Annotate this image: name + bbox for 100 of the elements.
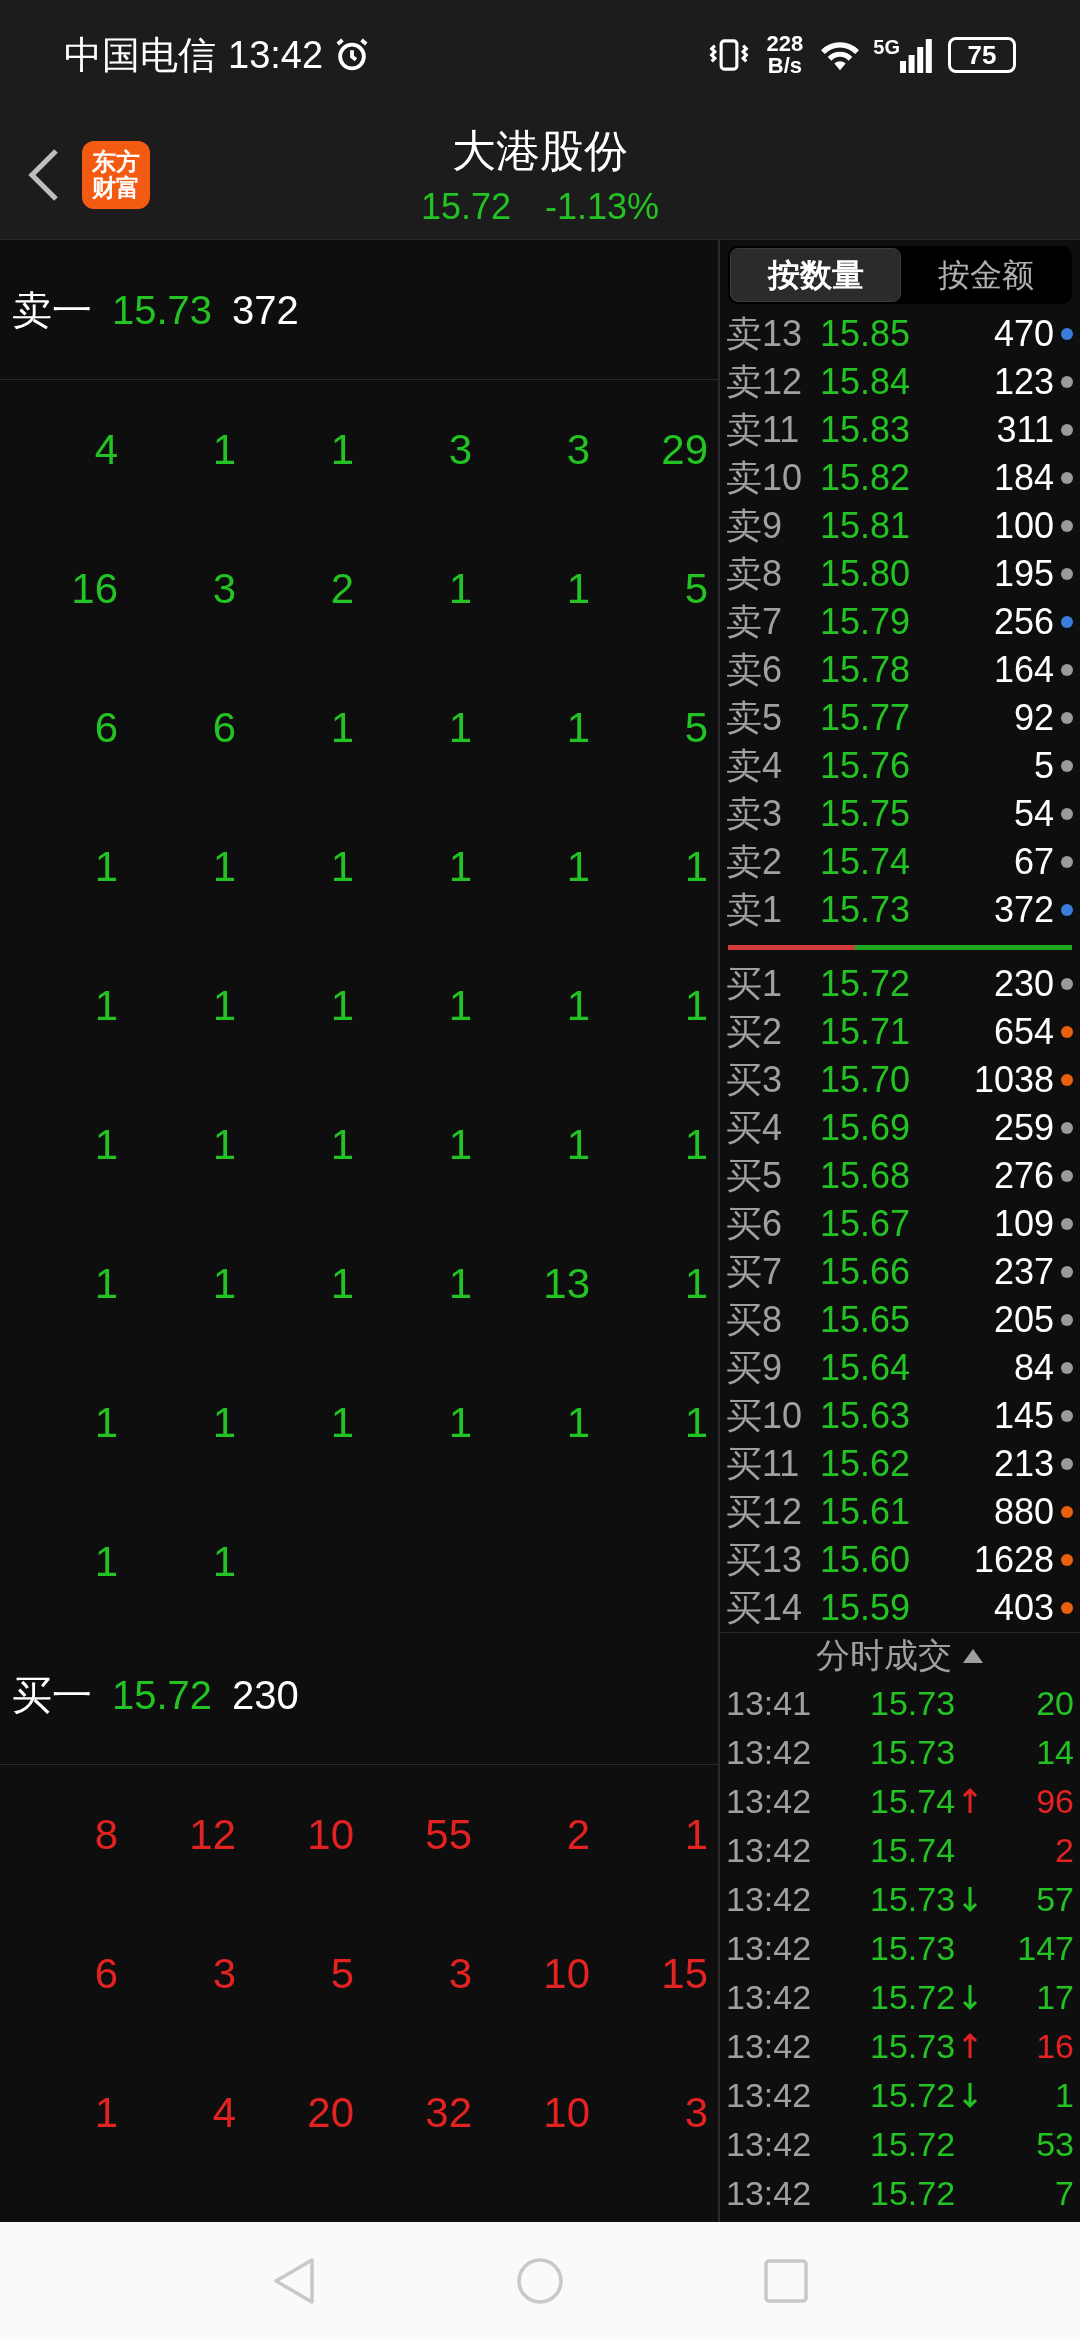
level-label: 卖7 (725, 604, 784, 640)
level-price: 15.72 (820, 966, 912, 1002)
queue-order-count: 1 (566, 845, 590, 888)
recent-apps-icon[interactable] (764, 2259, 808, 2303)
queue-order-count: 1 (94, 1123, 118, 1166)
level-label: 买3 (725, 1062, 784, 1098)
queue-order-count: 29 (661, 428, 708, 471)
arrow-down-icon (962, 2080, 979, 2109)
level-price: 15.80 (820, 556, 912, 592)
trade-volume: 147 (1017, 1930, 1074, 1965)
queue-order-count: 1 (212, 1262, 236, 1305)
level-price: 15.69 (820, 1110, 912, 1146)
queue-order-count: 32 (425, 2091, 472, 2134)
queue-order-count: 55 (425, 1813, 472, 1856)
level-label: 买14 (725, 1590, 804, 1626)
queue-order-count: 1 (566, 706, 590, 749)
trade-time: 13:42 (726, 1832, 813, 1867)
level-price: 15.71 (820, 1014, 912, 1050)
queue-order-count: 12 (189, 1813, 236, 1856)
tab[interactable]: 按数量 (730, 248, 901, 302)
trade-time: 13:42 (726, 2077, 813, 2112)
section-title[interactable]: 分时成交 (816, 1630, 952, 1681)
level-volume: 259 (992, 1110, 1054, 1146)
queue-order-count: 2 (566, 1813, 590, 1856)
trade-volume: 7 (1055, 2175, 1074, 2210)
level-price: 15.82 (820, 460, 912, 496)
home-icon[interactable] (516, 2257, 564, 2305)
trade-time: 13:42 (726, 1881, 813, 1916)
queue-order-count: 5 (330, 1952, 354, 1995)
level-label: 买13 (725, 1542, 804, 1578)
level-price: 15.79 (820, 604, 912, 640)
signal-icon (900, 37, 932, 73)
queue-order-count: 1 (684, 1401, 708, 1444)
queue-order-count: 6 (94, 1952, 118, 1995)
trade-volume: 96 (1036, 1783, 1074, 1818)
level-label: 卖9 (725, 508, 784, 544)
level-price: 15.67 (820, 1206, 912, 1242)
level-volume: 84 (1012, 1350, 1054, 1386)
level-label: 卖一 (12, 286, 92, 334)
queue-order-count: 3 (566, 428, 590, 471)
carrier-name: 中国电信 (64, 32, 216, 78)
trade-price: 15.73 (870, 1685, 956, 1720)
level-volume: 654 (992, 1014, 1054, 1050)
queue-order-count: 3 (212, 1952, 236, 1995)
queue-order-count: 1 (330, 984, 354, 1027)
level-label: 买1 (725, 966, 784, 1002)
queue-order-count: 1 (212, 1401, 236, 1444)
trade-volume: 53 (1036, 2126, 1074, 2161)
queue-order-count: 1 (448, 984, 472, 1027)
trade-price: 15.72 (870, 2175, 956, 2210)
level-volume: 205 (992, 1302, 1054, 1338)
level-price: 15.83 (820, 412, 912, 448)
queue-order-count: 1 (94, 1540, 118, 1583)
level-volume: 230 (992, 966, 1054, 1002)
level-volume: 403 (992, 1590, 1054, 1626)
level-price: 15.72 (112, 1671, 213, 1719)
tab[interactable]: 按金额 (901, 248, 1070, 302)
level-volume: 372 (232, 286, 299, 334)
back-icon[interactable] (26, 146, 60, 203)
level-label: 买4 (725, 1110, 784, 1146)
trade-price: 15.72 (870, 1979, 956, 2014)
trade-volume: 17 (1036, 1979, 1074, 2014)
queue-order-count: 1 (212, 1540, 236, 1583)
network-type: 5G (873, 35, 900, 60)
queue-order-count: 20 (307, 2091, 354, 2134)
queue-order-count: 1 (448, 567, 472, 610)
network-speed: 228 (766, 33, 804, 55)
stock-price: 15.72 (420, 185, 511, 229)
level-label: 买9 (725, 1350, 784, 1386)
level-volume: 1038 (972, 1062, 1054, 1098)
queue-order-count: 1 (330, 845, 354, 888)
level-price: 15.73 (112, 286, 213, 334)
trade-time: 13:42 (726, 1783, 813, 1818)
level-volume: 92 (1012, 700, 1054, 736)
level-price: 15.64 (820, 1350, 912, 1386)
queue-order-count: 16 (71, 567, 118, 610)
stock-name: 大港股份 (452, 125, 628, 177)
level-label: 买11 (725, 1446, 801, 1482)
trade-price: 15.74 (870, 1832, 956, 1867)
level-price: 15.73 (820, 892, 912, 928)
queue-order-count: 1 (94, 1262, 118, 1305)
queue-order-count: 1 (212, 428, 236, 471)
trade-price: 15.73 (870, 1930, 956, 1965)
queue-order-count: 1 (212, 1123, 236, 1166)
level-price: 15.76 (820, 748, 912, 784)
queue-order-count: 1 (566, 1401, 590, 1444)
queue-order-count: 4 (94, 428, 118, 471)
level-label: 卖5 (725, 700, 784, 736)
battery-indicator: 75 (948, 37, 1016, 73)
level-label: 卖3 (725, 796, 784, 832)
queue-order-count: 1 (94, 1401, 118, 1444)
level-volume: 54 (1012, 796, 1054, 832)
level-price: 15.84 (820, 364, 912, 400)
triangle-up-icon[interactable] (962, 1647, 984, 1664)
trade-time: 13:42 (726, 1979, 813, 2014)
level-price: 15.65 (820, 1302, 912, 1338)
level-label: 买8 (725, 1302, 784, 1338)
level-label: 买2 (725, 1014, 784, 1050)
level-volume: 164 (992, 652, 1054, 688)
trade-price: 15.72 (870, 2126, 956, 2161)
